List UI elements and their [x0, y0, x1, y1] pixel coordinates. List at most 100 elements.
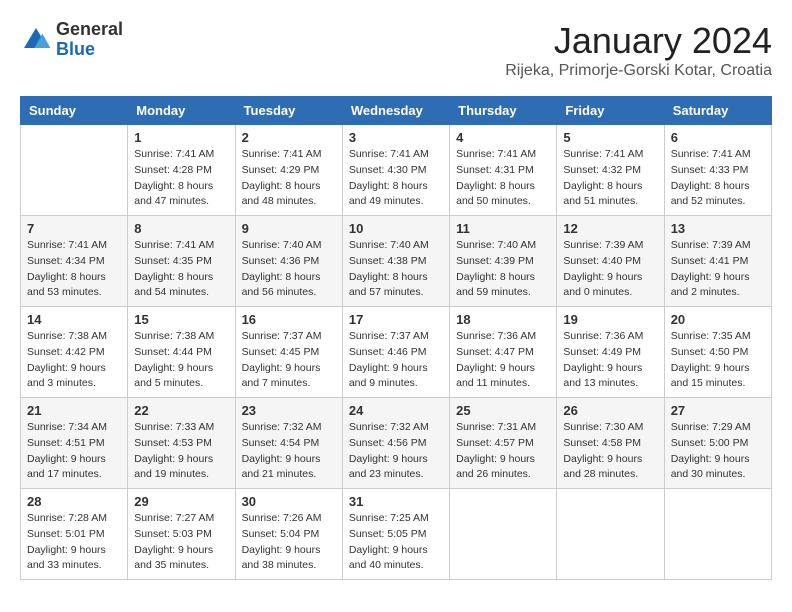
sunset-text: Sunset: 4:49 PM	[563, 346, 641, 358]
day-number: 2	[242, 130, 336, 145]
calendar-cell: 16 Sunrise: 7:37 AM Sunset: 4:45 PM Dayl…	[235, 307, 342, 398]
day-info: Sunrise: 7:40 AM Sunset: 4:39 PM Dayligh…	[456, 238, 550, 301]
sunrise-text: Sunrise: 7:40 AM	[456, 239, 536, 251]
day-info: Sunrise: 7:40 AM Sunset: 4:38 PM Dayligh…	[349, 238, 443, 301]
sunset-text: Sunset: 4:36 PM	[242, 255, 320, 267]
day-number: 19	[563, 312, 657, 327]
month-title: January 2024	[505, 20, 772, 62]
calendar-week-row: 7 Sunrise: 7:41 AM Sunset: 4:34 PM Dayli…	[21, 216, 772, 307]
sunset-text: Sunset: 4:32 PM	[563, 164, 641, 176]
sunrise-text: Sunrise: 7:41 AM	[671, 148, 751, 160]
day-number: 31	[349, 494, 443, 509]
sunset-text: Sunset: 4:51 PM	[27, 437, 105, 449]
calendar-cell: 6 Sunrise: 7:41 AM Sunset: 4:33 PM Dayli…	[664, 125, 771, 216]
calendar-cell: 25 Sunrise: 7:31 AM Sunset: 4:57 PM Dayl…	[450, 398, 557, 489]
daylight-text: Daylight: 9 hours and 17 minutes.	[27, 453, 106, 481]
weekday-header-row: SundayMondayTuesdayWednesdayThursdayFrid…	[21, 97, 772, 125]
page-header: General Blue January 2024 Rijeka, Primor…	[20, 20, 772, 80]
daylight-text: Daylight: 9 hours and 2 minutes.	[671, 271, 750, 299]
daylight-text: Daylight: 9 hours and 21 minutes.	[242, 453, 321, 481]
day-info: Sunrise: 7:41 AM Sunset: 4:30 PM Dayligh…	[349, 147, 443, 210]
calendar-cell: 20 Sunrise: 7:35 AM Sunset: 4:50 PM Dayl…	[664, 307, 771, 398]
daylight-text: Daylight: 9 hours and 26 minutes.	[456, 453, 535, 481]
logo-icon	[20, 24, 52, 56]
sunrise-text: Sunrise: 7:38 AM	[134, 330, 214, 342]
sunset-text: Sunset: 4:30 PM	[349, 164, 427, 176]
daylight-text: Daylight: 9 hours and 23 minutes.	[349, 453, 428, 481]
sunset-text: Sunset: 4:31 PM	[456, 164, 534, 176]
sunrise-text: Sunrise: 7:35 AM	[671, 330, 751, 342]
day-number: 26	[563, 403, 657, 418]
sunrise-text: Sunrise: 7:40 AM	[242, 239, 322, 251]
daylight-text: Daylight: 9 hours and 3 minutes.	[27, 362, 106, 390]
sunrise-text: Sunrise: 7:31 AM	[456, 421, 536, 433]
calendar-cell: 29 Sunrise: 7:27 AM Sunset: 5:03 PM Dayl…	[128, 489, 235, 580]
sunrise-text: Sunrise: 7:37 AM	[242, 330, 322, 342]
daylight-text: Daylight: 8 hours and 47 minutes.	[134, 180, 213, 208]
weekday-header-sunday: Sunday	[21, 97, 128, 125]
day-info: Sunrise: 7:41 AM Sunset: 4:28 PM Dayligh…	[134, 147, 228, 210]
weekday-header-saturday: Saturday	[664, 97, 771, 125]
calendar-cell: 14 Sunrise: 7:38 AM Sunset: 4:42 PM Dayl…	[21, 307, 128, 398]
sunset-text: Sunset: 4:45 PM	[242, 346, 320, 358]
day-info: Sunrise: 7:39 AM Sunset: 4:41 PM Dayligh…	[671, 238, 765, 301]
sunset-text: Sunset: 4:40 PM	[563, 255, 641, 267]
sunset-text: Sunset: 4:57 PM	[456, 437, 534, 449]
sunset-text: Sunset: 4:56 PM	[349, 437, 427, 449]
weekday-header-thursday: Thursday	[450, 97, 557, 125]
sunrise-text: Sunrise: 7:28 AM	[27, 512, 107, 524]
sunset-text: Sunset: 4:58 PM	[563, 437, 641, 449]
sunset-text: Sunset: 4:50 PM	[671, 346, 749, 358]
sunrise-text: Sunrise: 7:32 AM	[349, 421, 429, 433]
day-number: 21	[27, 403, 121, 418]
day-number: 22	[134, 403, 228, 418]
day-info: Sunrise: 7:32 AM Sunset: 4:54 PM Dayligh…	[242, 420, 336, 483]
weekday-header-monday: Monday	[128, 97, 235, 125]
sunrise-text: Sunrise: 7:38 AM	[27, 330, 107, 342]
calendar-table: SundayMondayTuesdayWednesdayThursdayFrid…	[20, 96, 772, 580]
sunrise-text: Sunrise: 7:33 AM	[134, 421, 214, 433]
sunrise-text: Sunrise: 7:26 AM	[242, 512, 322, 524]
day-number: 10	[349, 221, 443, 236]
sunset-text: Sunset: 4:34 PM	[27, 255, 105, 267]
calendar-cell: 10 Sunrise: 7:40 AM Sunset: 4:38 PM Dayl…	[342, 216, 449, 307]
sunrise-text: Sunrise: 7:27 AM	[134, 512, 214, 524]
calendar-cell: 31 Sunrise: 7:25 AM Sunset: 5:05 PM Dayl…	[342, 489, 449, 580]
day-info: Sunrise: 7:33 AM Sunset: 4:53 PM Dayligh…	[134, 420, 228, 483]
day-info: Sunrise: 7:41 AM Sunset: 4:35 PM Dayligh…	[134, 238, 228, 301]
weekday-header-friday: Friday	[557, 97, 664, 125]
title-block: January 2024 Rijeka, Primorje-Gorski Kot…	[505, 20, 772, 80]
calendar-cell: 30 Sunrise: 7:26 AM Sunset: 5:04 PM Dayl…	[235, 489, 342, 580]
sunset-text: Sunset: 4:39 PM	[456, 255, 534, 267]
calendar-cell: 27 Sunrise: 7:29 AM Sunset: 5:00 PM Dayl…	[664, 398, 771, 489]
calendar-cell	[557, 489, 664, 580]
day-info: Sunrise: 7:37 AM Sunset: 4:46 PM Dayligh…	[349, 329, 443, 392]
sunset-text: Sunset: 4:28 PM	[134, 164, 212, 176]
calendar-cell: 12 Sunrise: 7:39 AM Sunset: 4:40 PM Dayl…	[557, 216, 664, 307]
day-number: 23	[242, 403, 336, 418]
sunset-text: Sunset: 4:42 PM	[27, 346, 105, 358]
day-number: 11	[456, 221, 550, 236]
day-number: 28	[27, 494, 121, 509]
day-number: 15	[134, 312, 228, 327]
daylight-text: Daylight: 9 hours and 38 minutes.	[242, 544, 321, 572]
sunrise-text: Sunrise: 7:41 AM	[27, 239, 107, 251]
day-info: Sunrise: 7:41 AM Sunset: 4:29 PM Dayligh…	[242, 147, 336, 210]
sunrise-text: Sunrise: 7:41 AM	[456, 148, 536, 160]
sunrise-text: Sunrise: 7:40 AM	[349, 239, 429, 251]
day-info: Sunrise: 7:25 AM Sunset: 5:05 PM Dayligh…	[349, 511, 443, 574]
day-info: Sunrise: 7:39 AM Sunset: 4:40 PM Dayligh…	[563, 238, 657, 301]
sunset-text: Sunset: 5:03 PM	[134, 528, 212, 540]
daylight-text: Daylight: 9 hours and 13 minutes.	[563, 362, 642, 390]
sunset-text: Sunset: 5:00 PM	[671, 437, 749, 449]
day-number: 5	[563, 130, 657, 145]
day-number: 9	[242, 221, 336, 236]
daylight-text: Daylight: 9 hours and 7 minutes.	[242, 362, 321, 390]
day-number: 8	[134, 221, 228, 236]
daylight-text: Daylight: 9 hours and 33 minutes.	[27, 544, 106, 572]
calendar-week-row: 14 Sunrise: 7:38 AM Sunset: 4:42 PM Dayl…	[21, 307, 772, 398]
day-number: 29	[134, 494, 228, 509]
calendar-cell: 18 Sunrise: 7:36 AM Sunset: 4:47 PM Dayl…	[450, 307, 557, 398]
logo-blue-text: Blue	[56, 40, 123, 60]
sunrise-text: Sunrise: 7:36 AM	[563, 330, 643, 342]
